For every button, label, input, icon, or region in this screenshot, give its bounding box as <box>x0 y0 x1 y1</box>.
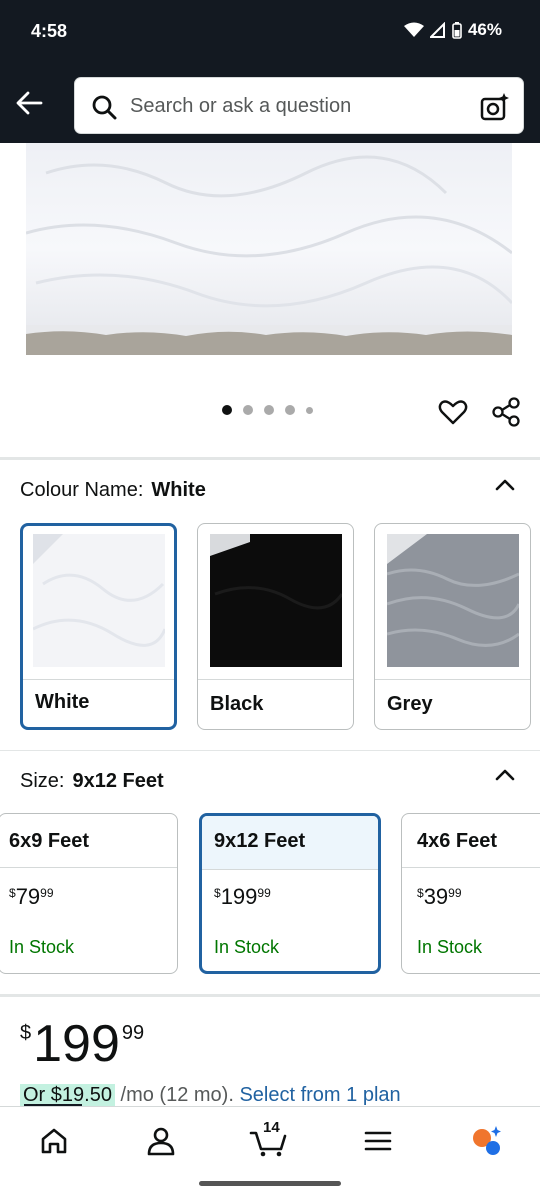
size-label: Size: <box>20 770 65 792</box>
status-icons: 46% <box>403 20 502 40</box>
size-option-6x9[interactable]: 6x9 Feet $7999 In Stock <box>0 813 178 974</box>
swatch-label: Black <box>210 693 264 715</box>
section-divider <box>0 750 540 751</box>
carousel-dot[interactable] <box>306 406 313 414</box>
home-icon[interactable] <box>34 1121 74 1161</box>
stock-status: In Stock <box>9 937 75 957</box>
carousel-dot[interactable] <box>264 405 274 415</box>
chevron-up-icon[interactable] <box>492 762 518 788</box>
product-price: $ 199 99 <box>20 1016 144 1072</box>
swatch-divider <box>23 679 174 680</box>
swatch-label: Grey <box>387 693 433 715</box>
search-input[interactable]: Search or ask a question <box>74 77 524 134</box>
section-divider <box>0 457 540 460</box>
size-option-name: 4x6 Feet <box>402 814 540 868</box>
swatch-image-grey <box>387 534 519 667</box>
search-placeholder: Search or ask a question <box>130 95 352 117</box>
wifi-icon <box>403 22 424 37</box>
product-image[interactable] <box>26 143 512 355</box>
monthly-term: /mo (12 mo). <box>114 1084 240 1106</box>
home-indicator <box>199 1181 341 1186</box>
carousel-dot[interactable] <box>243 405 253 415</box>
section-divider <box>0 994 540 997</box>
size-option-price: $19999 <box>214 884 271 909</box>
signal-icon <box>429 22 445 38</box>
colour-option-white[interactable]: White <box>20 523 177 730</box>
price-whole: 199 <box>33 1015 120 1073</box>
size-option-name: 9x12 Feet <box>202 816 378 870</box>
swatch-divider <box>198 679 353 680</box>
camera-icon[interactable] <box>480 92 510 122</box>
battery-icon <box>452 21 462 39</box>
back-arrow-icon[interactable] <box>14 88 44 118</box>
size-option-price: $7999 <box>9 884 54 909</box>
battery-level: 46% <box>467 20 502 39</box>
heart-icon[interactable] <box>438 397 468 427</box>
status-time: 4:58 <box>31 21 68 41</box>
menu-icon[interactable] <box>358 1121 398 1161</box>
size-option-name: 6x9 Feet <box>0 814 177 868</box>
select-plan-link[interactable]: Select from 1 plan <box>239 1084 400 1106</box>
swatch-image-white <box>33 534 165 667</box>
size-heading: Size: 9x12 Feet <box>20 770 164 793</box>
header: Search or ask a question <box>0 62 540 143</box>
stock-status: In Stock <box>417 937 483 957</box>
search-icon <box>92 95 117 120</box>
swatch-divider <box>375 679 530 680</box>
share-icon[interactable] <box>490 396 522 428</box>
size-selected-value: 9x12 Feet <box>72 770 164 792</box>
carousel-dot[interactable] <box>222 405 232 415</box>
colour-heading: Colour Name: White <box>20 479 206 502</box>
carousel-dot[interactable] <box>285 405 295 415</box>
price-currency: $ <box>20 1022 32 1044</box>
colour-option-black[interactable]: Black <box>197 523 354 730</box>
status-bar: 4:58 46% <box>0 0 540 62</box>
colour-option-grey[interactable]: Grey <box>374 523 531 730</box>
price-fraction: 99 <box>121 1022 145 1044</box>
swatch-label: White <box>35 691 90 713</box>
stock-status: In Stock <box>214 937 280 957</box>
swatch-image-black <box>210 534 342 667</box>
size-option-9x12[interactable]: 9x12 Feet $19999 In Stock <box>199 813 381 974</box>
size-option-price: $3999 <box>417 884 462 909</box>
cart-count: 14 <box>263 1119 280 1136</box>
rufus-assistant-icon[interactable] <box>466 1121 506 1161</box>
colour-label: Colour Name: <box>20 479 144 501</box>
colour-selected-value: White <box>151 479 206 501</box>
account-icon[interactable] <box>141 1121 181 1161</box>
monthly-amount: Or $19.50 <box>20 1084 115 1106</box>
size-option-4x6[interactable]: 4x6 Feet $3999 In Stock <box>401 813 540 974</box>
chevron-up-icon[interactable] <box>492 472 518 498</box>
carousel-indicator <box>222 405 313 415</box>
